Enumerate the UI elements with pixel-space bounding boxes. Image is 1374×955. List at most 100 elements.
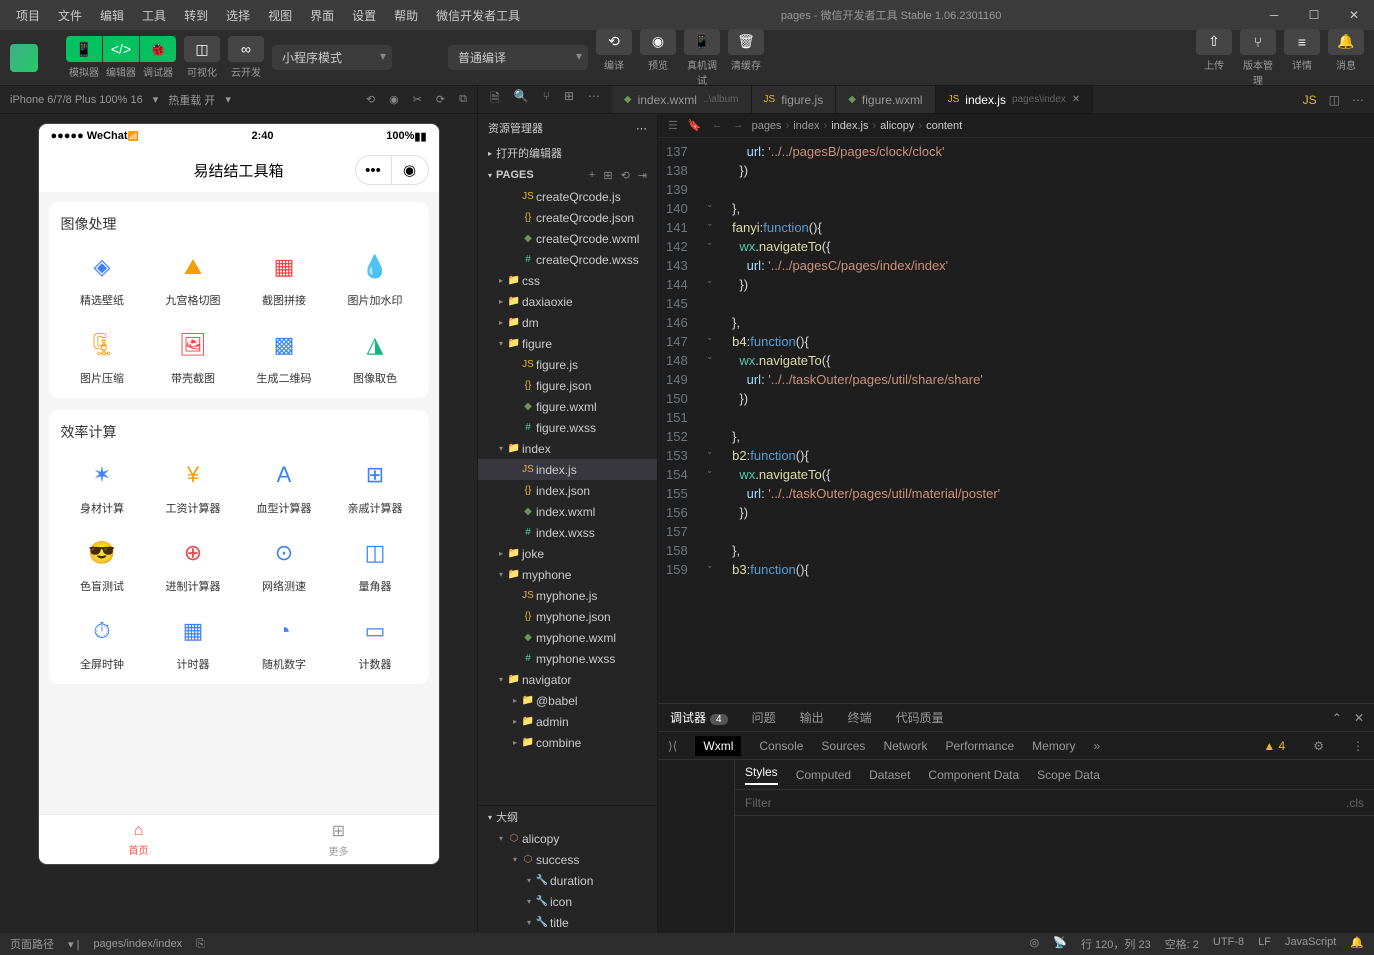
right-版本管理[interactable]: ⑂ — [1240, 29, 1276, 55]
tree-index.wxss[interactable]: #index.wxss — [478, 522, 657, 543]
menu-界面[interactable]: 界面 — [302, 3, 342, 28]
tree-createQrcode.js[interactable]: JScreateQrcode.js — [478, 186, 657, 207]
popout-icon[interactable]: ⧉ — [459, 93, 467, 106]
tool-身材计算[interactable]: ✶身材计算 — [61, 456, 144, 516]
search-icon[interactable]: 🔍 — [514, 89, 529, 110]
crumb-index.js[interactable]: index.js — [831, 120, 868, 132]
tool-截图拼接[interactable]: ▦截图拼接 — [243, 248, 326, 308]
notification-icon[interactable]: 🔔 — [1350, 936, 1364, 952]
tree-index[interactable]: ▾📁index — [478, 438, 657, 459]
cursor-position[interactable]: 行 120，列 23 — [1081, 936, 1151, 952]
tree-myphone.js[interactable]: JSmyphone.js — [478, 585, 657, 606]
tool-图片压缩[interactable]: 🗜图片压缩 — [61, 326, 144, 386]
right-详情[interactable]: ≡ — [1284, 29, 1320, 55]
menu-视图[interactable]: 视图 — [260, 3, 300, 28]
new-folder-icon[interactable]: ⊞ — [603, 169, 612, 182]
style-tab-Component Data[interactable]: Component Data — [928, 768, 1019, 782]
tree-combine[interactable]: ▸📁combine — [478, 732, 657, 753]
refresh-tree-icon[interactable]: ⟲ — [621, 169, 630, 182]
editor-tab-index.js[interactable]: JSindex.jspages\index✕ — [936, 86, 1094, 113]
tree-createQrcode.wxml[interactable]: ◆createQrcode.wxml — [478, 228, 657, 249]
more-icon[interactable]: ⋯ — [588, 89, 600, 110]
dbg-tab-输出[interactable]: 输出 — [798, 705, 826, 730]
action-真机调试[interactable]: 📱 — [684, 29, 720, 55]
root-section[interactable]: ▾PAGES +⊞⟲⇥ — [478, 164, 657, 186]
tree-myphone[interactable]: ▾📁myphone — [478, 564, 657, 585]
tab-更多[interactable]: ⊞更多 — [239, 815, 439, 864]
tool-带壳截图[interactable]: 🖼带壳截图 — [152, 326, 235, 386]
devtool-tab-Memory[interactable]: Memory — [1032, 739, 1075, 753]
tab-首页[interactable]: ⌂首页 — [39, 815, 239, 864]
record-icon[interactable]: ◉ — [389, 93, 399, 106]
tool-图像取色[interactable]: ◮图像取色 — [334, 326, 417, 386]
tree-dm[interactable]: ▸📁dm — [478, 312, 657, 333]
dbg-tab-终端[interactable]: 终端 — [846, 705, 874, 730]
tree-figure.wxml[interactable]: ◆figure.wxml — [478, 396, 657, 417]
bookmark-icon[interactable]: 🔖 — [688, 119, 702, 132]
debugger-up-icon[interactable]: ⌃ — [1332, 711, 1342, 725]
cut-icon[interactable]: ✂ — [413, 93, 422, 106]
devtool-tab-Sources[interactable]: Sources — [821, 739, 865, 753]
more-tabs-icon[interactable]: ⋯ — [1352, 93, 1364, 107]
action-清缓存[interactable]: 🗑 — [728, 29, 764, 55]
menu-设置[interactable]: 设置 — [344, 3, 384, 28]
tool-九宫格切图[interactable]: ⛰九宫格切图 — [152, 248, 235, 308]
tree-createQrcode.wxss[interactable]: #createQrcode.wxss — [478, 249, 657, 270]
devtools-toggle-icon[interactable]: ⟩⟨ — [668, 739, 677, 753]
ext-icon[interactable]: ⊞ — [564, 89, 574, 110]
indent-info[interactable]: 空格: 2 — [1165, 936, 1199, 952]
warnings-badge[interactable]: ▲ 4 — [1263, 739, 1285, 753]
tree-css[interactable]: ▸📁css — [478, 270, 657, 291]
tool-生成二维码[interactable]: ▩生成二维码 — [243, 326, 326, 386]
capsule-close[interactable]: ◉ — [392, 156, 428, 184]
tree-admin[interactable]: ▸📁admin — [478, 711, 657, 732]
tree-myphone.wxss[interactable]: #myphone.wxss — [478, 648, 657, 669]
menu-项目[interactable]: 项目 — [8, 3, 48, 28]
scene-icon[interactable]: ◎ — [1030, 936, 1040, 952]
right-消息[interactable]: 🔔 — [1328, 29, 1364, 55]
broadcast-icon[interactable]: 📡 — [1053, 936, 1067, 952]
tool-量角器[interactable]: ◫量角器 — [334, 534, 417, 594]
menu-微信开发者工具[interactable]: 微信开发者工具 — [428, 3, 528, 28]
tree-joke[interactable]: ▸📁joke — [478, 543, 657, 564]
tree-figure.wxss[interactable]: #figure.wxss — [478, 417, 657, 438]
tree-index.json[interactable]: {}index.json — [478, 480, 657, 501]
action-预览[interactable]: ◉ — [640, 29, 676, 55]
crumb-index[interactable]: index — [793, 120, 819, 132]
minimize-button[interactable]: ─ — [1254, 0, 1294, 30]
nav-list-icon[interactable]: ☰ — [668, 119, 678, 132]
close-button[interactable]: ✕ — [1334, 0, 1374, 30]
refresh-icon[interactable]: ⟲ — [366, 93, 375, 106]
visual-toggle[interactable]: ◫ — [184, 36, 220, 62]
tree-myphone.json[interactable]: {}myphone.json — [478, 606, 657, 627]
tree-createQrcode.json[interactable]: {}createQrcode.json — [478, 207, 657, 228]
style-tab-Styles[interactable]: Styles — [745, 765, 778, 785]
device-select[interactable]: iPhone 6/7/8 Plus 100% 16 — [10, 94, 143, 106]
outline-section[interactable]: ▾大纲 — [478, 806, 657, 828]
crumb-pages[interactable]: pages — [752, 120, 782, 132]
maximize-button[interactable]: ☐ — [1294, 0, 1334, 30]
tree-figure.js[interactable]: JSfigure.js — [478, 354, 657, 375]
editor-tab-index.wxml[interactable]: ◆index.wxml..\album — [612, 86, 752, 113]
devtool-⋮[interactable]: ⋮ — [1352, 739, 1364, 753]
compile-select[interactable]: 普通编译 — [448, 45, 588, 70]
tree-index.js[interactable]: JSindex.js — [478, 459, 657, 480]
rotate-icon[interactable]: ⟳ — [436, 93, 445, 106]
dbg-tab-问题[interactable]: 问题 — [750, 705, 778, 730]
tree-figure[interactable]: ▾📁figure — [478, 333, 657, 354]
crumb-alicopy[interactable]: alicopy — [880, 120, 914, 132]
debugger-toggle[interactable]: 🐞 — [140, 36, 176, 62]
devtool-tab-Console[interactable]: Console — [759, 739, 803, 753]
editor-tab-figure.wxml[interactable]: ◆figure.wxml — [836, 86, 935, 113]
outline-icon[interactable]: ▾🔧icon — [478, 891, 657, 912]
dbg-tab-调试器[interactable]: 调试器4 — [668, 705, 730, 730]
tool-亲戚计算器[interactable]: ⊞亲戚计算器 — [334, 456, 417, 516]
tree-index.wxml[interactable]: ◆index.wxml — [478, 501, 657, 522]
debugger-close-icon[interactable]: ✕ — [1354, 711, 1364, 725]
style-tab-Scope Data[interactable]: Scope Data — [1037, 768, 1100, 782]
menu-文件[interactable]: 文件 — [50, 3, 90, 28]
menu-编辑[interactable]: 编辑 — [92, 3, 132, 28]
devtool-tab-Performance[interactable]: Performance — [945, 739, 1014, 753]
tree-navigator[interactable]: ▾📁navigator — [478, 669, 657, 690]
editor-toggle[interactable]: </> — [103, 36, 139, 62]
